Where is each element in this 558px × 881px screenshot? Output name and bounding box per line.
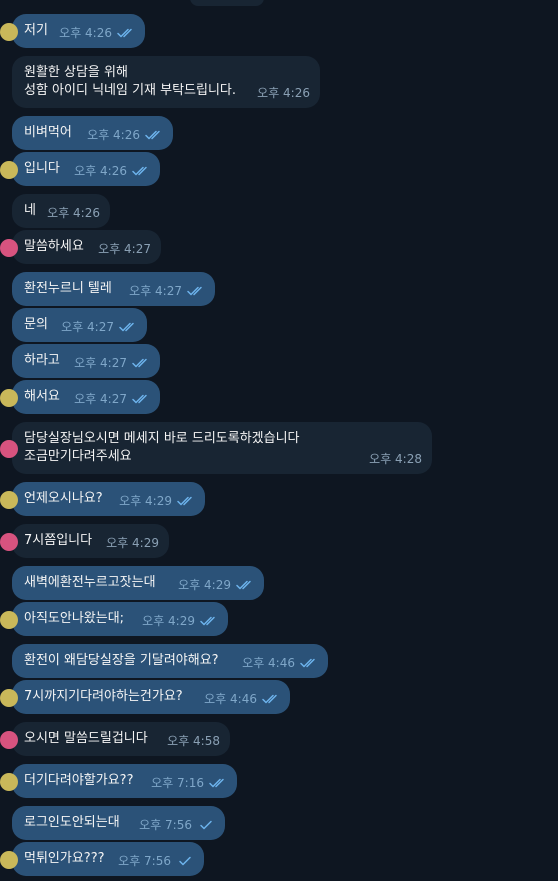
message-time: 오후 4:26 [74, 164, 127, 178]
sent-checkmark-icon [176, 856, 194, 866]
message-time: 오후 4:26 [59, 26, 112, 40]
avatar[interactable] [0, 731, 18, 749]
message-meta: 오후 4:27 [74, 354, 150, 371]
outgoing-message[interactable]: 7시까지기다려야하는건가요? 오후 4:46 [0, 680, 290, 714]
incoming-message[interactable]: 원활한 상담을 위해 성함 아이디 닉네임 기재 부탁드립니다. 오후 4:26 [12, 56, 320, 108]
read-checkmarks-icon [200, 616, 218, 626]
message-meta: 오후 4:58 [167, 732, 220, 749]
avatar[interactable] [0, 773, 18, 791]
outgoing-message[interactable]: 로그인도안되는대 오후 7:56 [12, 806, 225, 840]
outgoing-message[interactable]: 해서요 오후 4:27 [0, 380, 160, 414]
message-meta: 오후 4:29 [106, 534, 159, 551]
message-time: 오후 4:27 [74, 356, 127, 370]
message-time: 오후 4:27 [74, 392, 127, 406]
outgoing-message[interactable]: 더기다려야할가요?? 오후 7:16 [0, 764, 237, 798]
outgoing-message[interactable]: 환전이 왜담당실장을 기달려야해요? 오후 4:46 [12, 644, 328, 678]
message-meta: 오후 7:56 [139, 816, 215, 833]
outgoing-message[interactable]: 문의 오후 4:27 [12, 308, 147, 342]
read-checkmarks-icon [119, 322, 137, 332]
read-checkmarks-icon [117, 28, 135, 38]
message-meta: 오후 4:29 [178, 576, 254, 593]
message-meta: 오후 4:26 [87, 126, 163, 143]
avatar[interactable] [0, 611, 18, 629]
read-checkmarks-icon [132, 358, 150, 368]
read-checkmarks-icon [132, 166, 150, 176]
incoming-message[interactable]: 7시쯤입니다 오후 4:29 [0, 524, 169, 558]
outgoing-message[interactable]: 언제오시나요? 오후 4:29 [0, 482, 205, 516]
message-time: 오후 4:27 [61, 320, 114, 334]
read-checkmarks-icon [236, 580, 254, 590]
message-meta: 오후 4:26 [47, 204, 100, 221]
read-checkmarks-icon [177, 496, 195, 506]
message-time: 오후 4:29 [106, 536, 159, 550]
message-meta: 오후 7:16 [151, 774, 227, 791]
sent-checkmark-icon [197, 820, 215, 830]
message-meta: 오후 4:27 [98, 240, 151, 257]
avatar[interactable] [0, 851, 18, 869]
read-checkmarks-icon [262, 694, 280, 704]
outgoing-message[interactable]: 환전누르니 텔레 오후 4:27 [12, 272, 215, 306]
chat-history[interactable]: 저기 오후 4:26 원활한 상담을 위해 성함 아이디 닉네임 기재 부탁드립니다… [0, 0, 558, 881]
message-time: 오후 4:29 [119, 494, 172, 508]
message-time: 오후 4:46 [242, 656, 295, 670]
message-meta: 오후 4:29 [119, 492, 195, 509]
outgoing-message[interactable]: 저기 오후 4:26 [0, 14, 145, 48]
message-time: 오후 4:29 [142, 614, 195, 628]
message-meta: 오후 4:46 [242, 654, 318, 671]
read-checkmarks-icon [132, 394, 150, 404]
message-time: 오후 7:56 [118, 854, 171, 868]
message-time: 오후 4:58 [167, 734, 220, 748]
avatar[interactable] [0, 533, 18, 551]
message-time: 오후 4:28 [369, 452, 422, 466]
message-time: 오후 4:26 [47, 206, 100, 220]
message-time: 오후 4:27 [98, 242, 151, 256]
incoming-message[interactable]: 담당실장님오시면 메세지 바로 드리도록하겠습니다 조금만기다려주세요오후 4:… [0, 422, 432, 474]
avatar[interactable] [0, 689, 18, 707]
message-meta: 오후 4:27 [129, 282, 205, 299]
outgoing-message[interactable]: 새벽에환전누르고잣는대 오후 4:29 [12, 566, 264, 600]
avatar[interactable] [0, 23, 18, 41]
incoming-message[interactable]: 오시면 말씀드릴겁니다 오후 4:58 [0, 722, 230, 756]
read-checkmarks-icon [300, 658, 318, 668]
read-checkmarks-icon [145, 130, 163, 140]
outgoing-message[interactable]: 먹튀인가요??? 오후 7:56 [0, 842, 204, 876]
avatar[interactable] [0, 239, 18, 257]
message-meta: 오후 4:26 [257, 84, 310, 101]
previous-message-edge [190, 0, 264, 6]
avatar[interactable] [0, 440, 18, 458]
read-checkmarks-icon [209, 778, 227, 788]
outgoing-message[interactable]: 하라고 오후 4:27 [12, 344, 160, 378]
incoming-message[interactable]: 네 오후 4:26 [12, 194, 110, 228]
outgoing-message[interactable]: 입니다 오후 4:26 [0, 152, 160, 186]
message-meta: 오후 4:27 [74, 390, 150, 407]
avatar[interactable] [0, 491, 18, 509]
message-time: 오후 7:16 [151, 776, 204, 790]
outgoing-message[interactable]: 아직도안나왔는대; 오후 4:29 [0, 602, 228, 636]
incoming-message[interactable]: 말씀하세요 오후 4:27 [0, 230, 161, 264]
message-meta: 오후 4:26 [74, 162, 150, 179]
message-meta: 오후 4:27 [61, 318, 137, 335]
message-time: 오후 4:26 [257, 86, 310, 100]
message-meta: 오후 4:29 [142, 612, 218, 629]
read-checkmarks-icon [187, 286, 205, 296]
avatar[interactable] [0, 161, 18, 179]
message-time: 오후 7:56 [139, 818, 192, 832]
message-meta: 오후 4:28 [369, 450, 422, 467]
message-time: 오후 4:29 [178, 578, 231, 592]
message-time: 오후 4:26 [87, 128, 140, 142]
message-meta: 오후 4:46 [204, 690, 280, 707]
avatar[interactable] [0, 389, 18, 407]
message-meta: 오후 4:26 [59, 24, 135, 41]
message-time: 오후 4:46 [204, 692, 257, 706]
message-meta: 오후 7:56 [118, 852, 194, 869]
message-time: 오후 4:27 [129, 284, 182, 298]
outgoing-message[interactable]: 비벼먹어 오후 4:26 [12, 116, 173, 150]
message-text: 담당실장님오시면 메세지 바로 드리도록하겠습니다 조금만기다려주세요 [24, 431, 300, 464]
